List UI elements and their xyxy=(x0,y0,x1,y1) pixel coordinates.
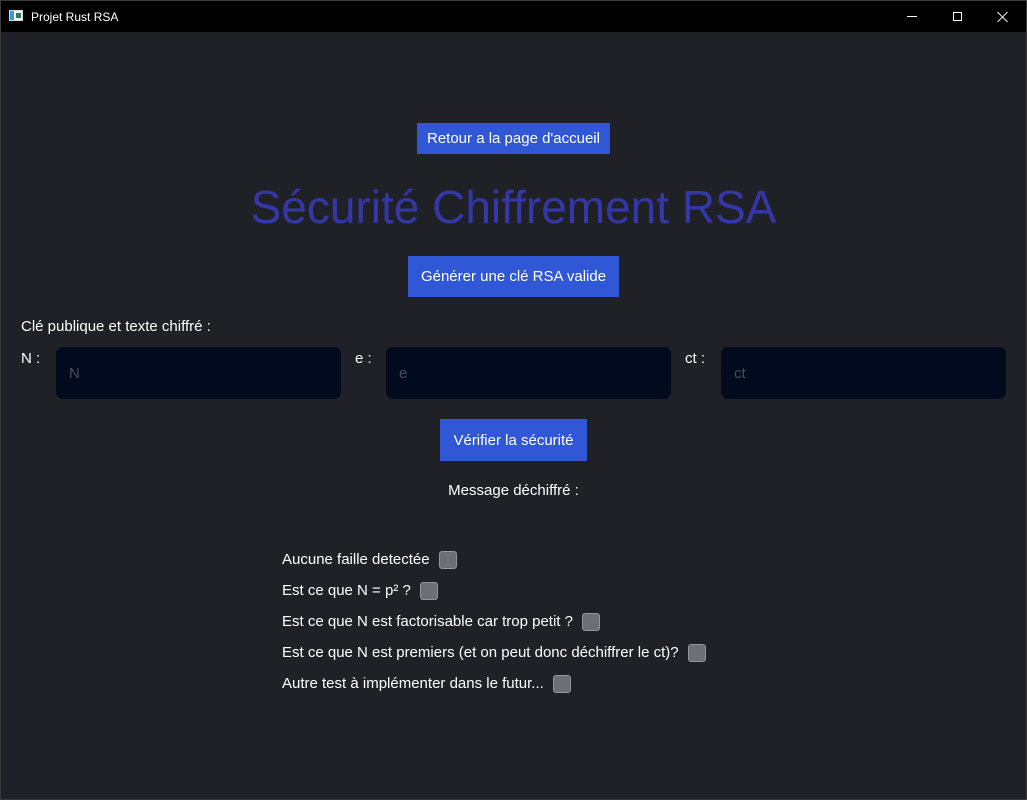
maximize-button[interactable] xyxy=(934,1,980,32)
check-n-square-checkbox[interactable] xyxy=(419,581,438,600)
minimize-button[interactable] xyxy=(889,1,935,32)
check-n-factorable-checkbox[interactable] xyxy=(581,612,600,631)
page-title: Sécurité Chiffrement RSA xyxy=(250,181,777,233)
ct-label: ct : xyxy=(685,350,706,367)
check-no-flaw-checkbox[interactable] xyxy=(438,550,457,569)
check-n-prime-checkbox[interactable] xyxy=(687,643,706,662)
check-future-test-checkbox[interactable] xyxy=(552,674,571,693)
check-label: Est ce que N est factorisable car trop p… xyxy=(282,612,573,630)
close-button[interactable] xyxy=(980,1,1026,32)
maximize-icon xyxy=(952,12,962,21)
app-icon xyxy=(9,10,23,21)
n-label: N : xyxy=(21,350,41,367)
check-label: Est ce que N = p² ? xyxy=(282,581,411,599)
ct-input[interactable] xyxy=(721,347,1006,399)
check-n-square: Est ce que N = p² ? xyxy=(282,575,706,606)
generate-key-button[interactable]: Générer une clé RSA valide xyxy=(408,256,619,297)
e-input[interactable] xyxy=(386,347,671,399)
window-title: Projet Rust RSA xyxy=(31,10,119,24)
public-key-section-label: Clé publique et texte chiffré : xyxy=(21,318,211,335)
close-icon xyxy=(997,11,1009,23)
check-label: Autre test à implémenter dans le futur..… xyxy=(282,674,544,692)
app-window: Projet Rust RSA Retour a la page d'accue… xyxy=(0,0,1027,800)
n-input[interactable] xyxy=(56,347,341,399)
check-label: Aucune faille detectée xyxy=(282,550,430,568)
security-checks-list: Aucune faille detectée Est ce que N = p²… xyxy=(282,544,706,699)
decrypted-message-label: Message déchiffré : xyxy=(448,482,579,499)
title-bar[interactable]: Projet Rust RSA xyxy=(1,1,1026,32)
e-label: e : xyxy=(355,350,372,367)
minimize-icon xyxy=(907,16,917,17)
check-no-flaw: Aucune faille detectée xyxy=(282,544,706,575)
home-button[interactable]: Retour a la page d'accueil xyxy=(417,123,610,154)
verify-security-button[interactable]: Vérifier la sécurité xyxy=(440,419,587,461)
check-n-prime: Est ce que N est premiers (et on peut do… xyxy=(282,637,706,668)
check-n-factorable: Est ce que N est factorisable car trop p… xyxy=(282,606,706,637)
check-label: Est ce que N est premiers (et on peut do… xyxy=(282,643,679,661)
check-future-test: Autre test à implémenter dans le futur..… xyxy=(282,668,706,699)
